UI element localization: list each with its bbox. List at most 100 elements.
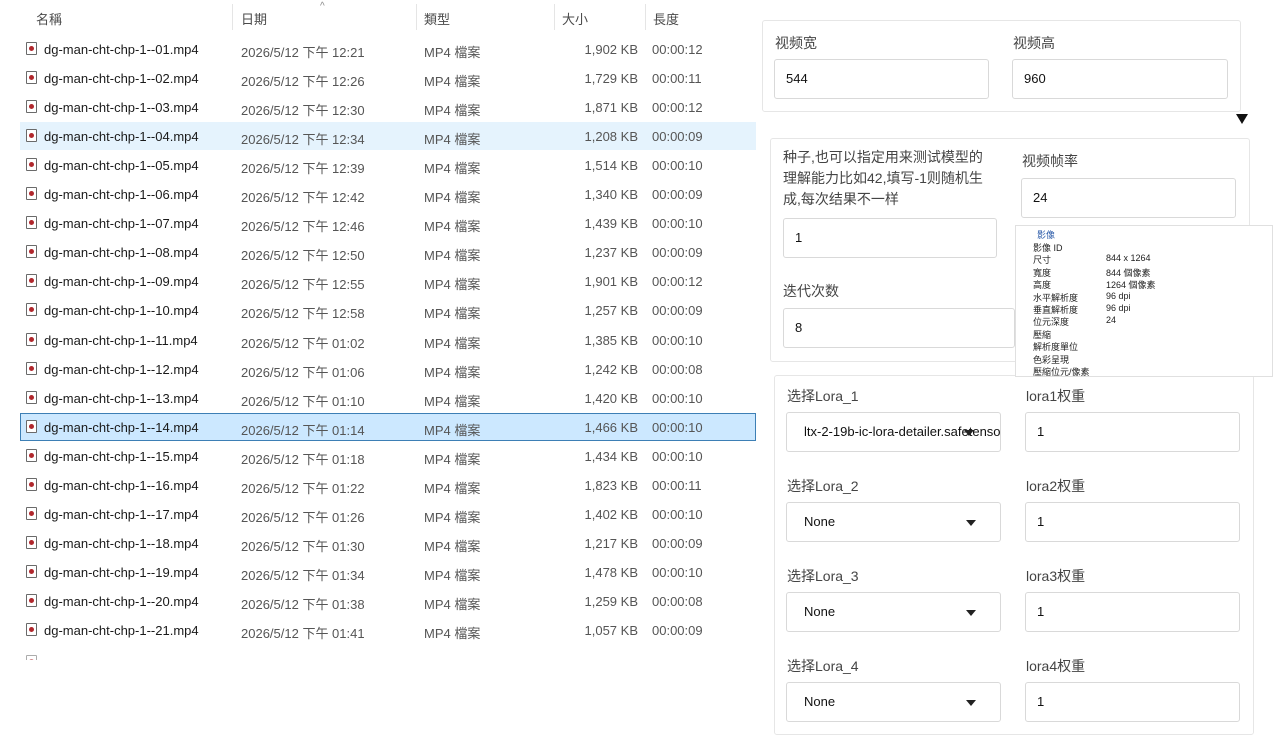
- file-size: 1,402 KB: [584, 506, 639, 522]
- column-divider[interactable]: [645, 4, 646, 30]
- mp4-file-icon: [26, 593, 37, 607]
- lora-select[interactable]: None: [786, 502, 1001, 542]
- file-name: dg-man-cht-chp-1--08.mp4: [44, 245, 199, 261]
- file-name: dg-man-cht-chp-1--12.mp4: [44, 361, 199, 377]
- file-name: dg-man-cht-chp-1--21.mp4: [44, 623, 199, 638]
- file-name: dg-man-cht-chp-1--11.mp4: [44, 332, 198, 348]
- file-date: 2026/5/12 下午 12:58: [241, 306, 365, 322]
- lora-weight-label: lora4权重: [1026, 658, 1086, 674]
- property-value: 844 個像素: [1106, 267, 1151, 278]
- video-width-input[interactable]: 544: [774, 59, 989, 99]
- lora-weight-input[interactable]: 1: [1025, 412, 1240, 452]
- column-divider[interactable]: [554, 4, 555, 30]
- file-type: MP4 檔案: [424, 190, 481, 206]
- lora-weight-label: lora1权重: [1026, 388, 1086, 404]
- video-height-input[interactable]: 960: [1012, 59, 1228, 99]
- caret-down-icon: [966, 700, 976, 706]
- caret-down-icon: [966, 610, 976, 616]
- file-name: dg-man-cht-chp-1--03.mp4: [44, 100, 199, 116]
- table-row[interactable]: dg-man-cht-chp-1--19.mp4 2026/5/12 下午 01:…: [20, 558, 756, 586]
- table-row[interactable]: dg-man-cht-chp-1--05.mp4 2026/5/12 下午 12:…: [20, 151, 756, 179]
- table-row[interactable]: dg-man-cht-chp-1--16.mp4 2026/5/12 下午 01:…: [20, 471, 756, 499]
- file-date: 2026/5/12 下午 01:18: [241, 451, 365, 467]
- file-size: 1,237 KB: [584, 245, 639, 261]
- file-size: 1,823 KB: [584, 477, 639, 493]
- column-length[interactable]: 長度: [653, 9, 679, 28]
- file-length: 00:00:09: [652, 245, 703, 261]
- file-size: 1,257 KB: [584, 303, 639, 319]
- lora-weight-input[interactable]: 1: [1025, 592, 1240, 632]
- column-date[interactable]: 日期: [241, 9, 267, 28]
- table-row[interactable]: dg-man-cht-chp-1--07.mp4 2026/5/12 下午 12:…: [20, 209, 756, 237]
- file-date: 2026/5/12 下午 01:30: [241, 538, 365, 554]
- file-type: MP4 檔案: [424, 132, 481, 148]
- file-explorer: 名稱 ^ 日期 類型 大小 長度 dg-man-cht-chp-1--01.mp…: [0, 0, 768, 660]
- seed-input[interactable]: 1: [783, 218, 997, 258]
- table-row[interactable]: dg-man-cht-chp-1--13.mp4 2026/5/12 下午 01:…: [20, 384, 756, 412]
- lora-select[interactable]: None: [786, 682, 1001, 722]
- table-row[interactable]: dg-man-cht-chp-1--18.mp4 2026/5/12 下午 01:…: [20, 529, 756, 557]
- file-type: MP4 檔案: [424, 538, 481, 554]
- file-length: 00:00:12: [652, 100, 703, 116]
- mp4-file-icon: [26, 564, 37, 578]
- file-length: 00:00:12: [652, 274, 703, 290]
- table-row[interactable]: dg-man-cht-chp-1--02.mp4 2026/5/12 下午 12:…: [20, 64, 756, 92]
- fps-input[interactable]: 24: [1021, 178, 1236, 218]
- file-name: dg-man-cht-chp-1--17.mp4: [44, 506, 199, 522]
- lora-weight-input[interactable]: 1: [1025, 502, 1240, 542]
- table-row[interactable]: dg-man-cht-chp-1--10.mp4 2026/5/12 下午 12:…: [20, 296, 756, 324]
- column-divider[interactable]: [232, 4, 233, 30]
- file-name: dg-man-cht-chp-1--09.mp4: [44, 274, 199, 290]
- table-row[interactable]: dg-man-cht-chp-1--14.mp4 2026/5/12 下午 01:…: [20, 412, 756, 441]
- triangle-down-icon[interactable]: [1236, 114, 1248, 124]
- lora-select[interactable]: ltx-2-19b-ic-lora-detailer.safetensors: [786, 412, 1001, 452]
- property-value: 96 dpi: [1106, 303, 1131, 313]
- table-row[interactable]: dg-man-cht-chp-1--04.mp4 2026/5/12 下午 12:…: [20, 122, 756, 151]
- file-length: 00:00:10: [652, 390, 703, 406]
- file-type: MP4 檔案: [424, 422, 481, 438]
- table-row[interactable]: dg-man-cht-chp-1--12.mp4 2026/5/12 下午 01:…: [20, 355, 756, 383]
- table-row[interactable]: dg-man-cht-chp-1--09.mp4 2026/5/12 下午 12:…: [20, 267, 756, 295]
- steps-input[interactable]: 8: [783, 308, 1015, 348]
- table-row[interactable]: dg-man-cht-chp-1--17.mp4 2026/5/12 下午 01:…: [20, 500, 756, 528]
- file-date: 2026/5/12 下午 12:55: [241, 277, 365, 293]
- table-row[interactable]: dg-man-cht-chp-1--11.mp4 2026/5/12 下午 01:…: [20, 326, 756, 354]
- file-length: 00:00:12: [652, 42, 703, 57]
- table-row-partial[interactable]: [20, 654, 756, 660]
- column-name[interactable]: 名稱: [36, 9, 62, 28]
- column-type[interactable]: 類型: [424, 9, 450, 28]
- property-value: 24: [1106, 315, 1117, 326]
- table-row[interactable]: dg-man-cht-chp-1--01.mp4 2026/5/12 下午 12:…: [20, 35, 756, 63]
- file-size: 1,420 KB: [584, 390, 639, 406]
- lora-weight-input[interactable]: 1: [1025, 682, 1240, 722]
- table-row[interactable]: dg-man-cht-chp-1--06.mp4 2026/5/12 下午 12:…: [20, 180, 756, 208]
- file-type: MP4 檔案: [424, 596, 481, 612]
- lora-select-value: None: [804, 694, 836, 709]
- file-date: 2026/5/12 下午 01:14: [241, 422, 365, 438]
- table-row[interactable]: dg-man-cht-chp-1--21.mp4 2026/5/12 下午 01:…: [20, 616, 756, 644]
- file-size: 1,871 KB: [584, 100, 639, 116]
- mp4-file-icon: [26, 448, 37, 462]
- mp4-file-icon: [26, 332, 37, 346]
- table-row[interactable]: dg-man-cht-chp-1--03.mp4 2026/5/12 下午 12:…: [20, 93, 756, 121]
- lora-select[interactable]: None: [786, 592, 1001, 632]
- file-length: 00:00:09: [652, 535, 703, 551]
- mp4-file-icon: [26, 303, 37, 317]
- properties-section-title: 影像: [1037, 230, 1056, 240]
- file-date: 2026/5/12 下午 12:26: [241, 74, 365, 90]
- file-type: MP4 檔案: [424, 626, 481, 641]
- video-height-label: 视频高: [1013, 35, 1055, 51]
- table-row[interactable]: dg-man-cht-chp-1--20.mp4 2026/5/12 下午 01:…: [20, 587, 756, 615]
- table-row[interactable]: dg-man-cht-chp-1--15.mp4 2026/5/12 下午 01:…: [20, 442, 756, 470]
- file-type: MP4 檔案: [424, 103, 481, 119]
- mp4-file-icon: [26, 506, 37, 520]
- column-divider[interactable]: [416, 4, 417, 30]
- file-name: dg-man-cht-chp-1--16.mp4: [44, 477, 199, 493]
- file-size: 1,478 KB: [584, 564, 639, 580]
- column-size[interactable]: 大小: [562, 9, 588, 28]
- mp4-file-icon: [26, 100, 37, 114]
- table-row[interactable]: dg-man-cht-chp-1--08.mp4 2026/5/12 下午 12:…: [20, 238, 756, 266]
- mp4-file-icon: [26, 129, 37, 143]
- file-length: 00:00:11: [652, 477, 702, 493]
- file-type: MP4 檔案: [424, 74, 481, 90]
